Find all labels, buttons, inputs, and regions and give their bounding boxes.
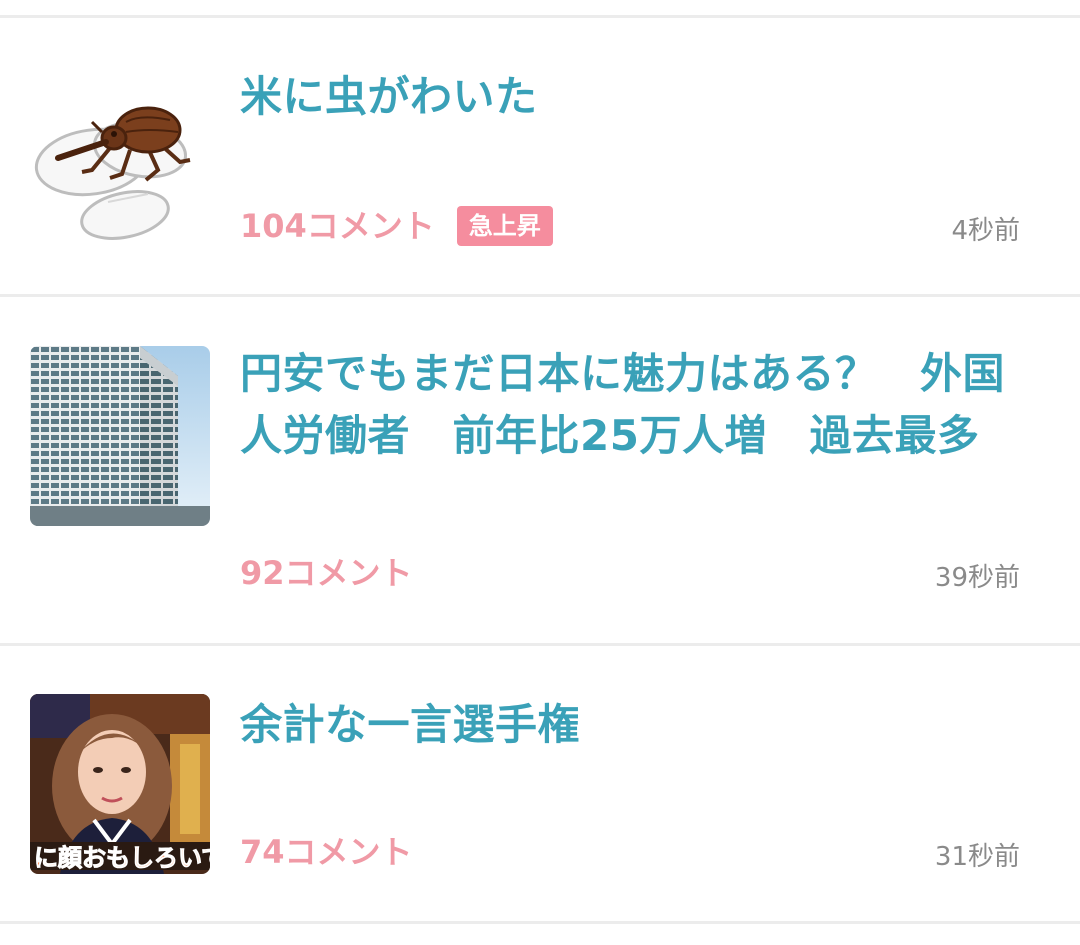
trending-badge: 急上昇	[456, 206, 553, 246]
topic-title[interactable]: 円安でもまだ日本に魅力はある？ 外国人労働者 前年比25万人増 過去最多	[240, 343, 1030, 467]
comment-count[interactable]: 92コメント	[240, 553, 413, 593]
list-item[interactable]: 米に虫がわいた 104コメント 急上昇 4秒前	[0, 18, 1080, 296]
timestamp: 31秒前	[934, 842, 1020, 872]
topic-title[interactable]: 余計な一言選手権	[240, 694, 1030, 756]
tv-photo-icon: に顔おもしろいで	[30, 694, 210, 874]
topic-feed: 米に虫がわいた 104コメント 急上昇 4秒前 円安でもまだ日本に魅力はある？ …	[0, 0, 1080, 945]
topic-meta: 92コメント	[240, 553, 413, 593]
timestamp: 39秒前	[934, 563, 1020, 593]
tv-show-thumbnail[interactable]: に顔おもしろいで	[30, 694, 210, 874]
list-item[interactable]: に顔おもしろいで 余計な一言選手権 74コメント 31秒前	[0, 646, 1080, 922]
rice-weevil-icon	[30, 70, 210, 250]
topic-meta: 104コメント 急上昇	[240, 206, 553, 246]
rice-weevil-thumbnail[interactable]	[30, 70, 210, 250]
topic-meta: 74コメント	[240, 832, 413, 872]
thumbnail-caption: に顔おもしろいで	[34, 844, 210, 872]
office-building-thumbnail[interactable]	[30, 346, 210, 526]
timestamp: 4秒前	[951, 216, 1020, 246]
list-item[interactable]: 円安でもまだ日本に魅力はある？ 外国人労働者 前年比25万人増 過去最多 92コ…	[0, 297, 1080, 644]
building-photo-icon	[30, 346, 210, 526]
comment-count[interactable]: 74コメント	[240, 832, 413, 872]
divider	[0, 921, 1080, 924]
comment-count[interactable]: 104コメント	[240, 206, 435, 246]
topic-title[interactable]: 米に虫がわいた	[240, 66, 1030, 128]
